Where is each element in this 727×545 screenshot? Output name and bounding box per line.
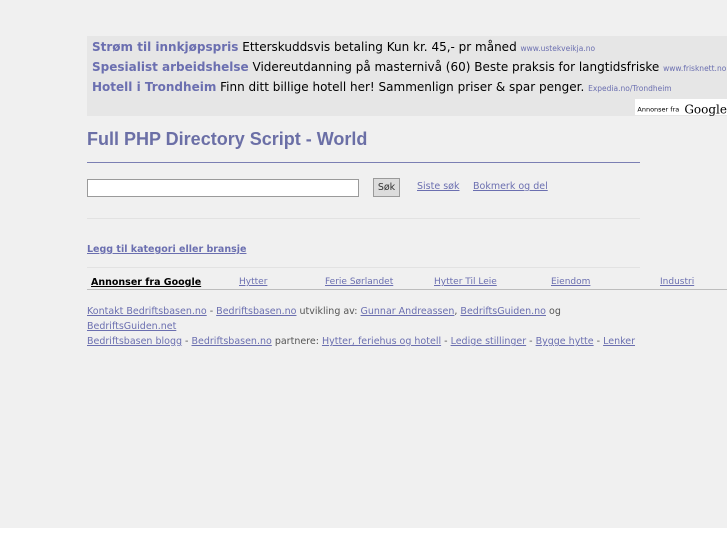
ad-item[interactable]: Strøm til innkjøpspris Etterskuddsvis be… bbox=[92, 40, 595, 54]
developer-link[interactable]: Gunnar Andreassen bbox=[361, 306, 455, 317]
footer-text: utvikling av: bbox=[296, 306, 361, 317]
footer-separator: - bbox=[593, 336, 604, 347]
google-link-units: Annonser fra Google Hytter Ferie Sørland… bbox=[87, 274, 727, 290]
ad-title[interactable]: Hotell i Trondheim bbox=[92, 80, 216, 94]
site-link[interactable]: Bedriftsbasen.no bbox=[192, 336, 272, 347]
google-ad-box: Strøm til innkjøpspris Etterskuddsvis be… bbox=[87, 36, 727, 117]
links-bar-item[interactable]: Ferie Sørlandet bbox=[325, 277, 393, 287]
links-bar-divider bbox=[87, 289, 727, 290]
bottom-strip bbox=[0, 528, 727, 545]
footer-text: og bbox=[545, 306, 561, 317]
footer-separator: - bbox=[441, 336, 451, 347]
ad-url[interactable]: Expedia.no/Trondheim bbox=[588, 84, 672, 93]
ad-text: Etterskuddsvis betaling Kun kr. 45,- pr … bbox=[242, 40, 517, 54]
ad-text: Videreutdanning på masternivå (60) Beste… bbox=[252, 60, 660, 74]
links-bar-item[interactable]: Hytter Til Leie bbox=[434, 277, 497, 287]
jobs-link[interactable]: Ledige stillinger bbox=[451, 336, 527, 347]
ad-title[interactable]: Strøm til innkjøpspris bbox=[92, 40, 238, 54]
footer: Kontakt Bedriftsbasen.no - Bedriftsbasen… bbox=[87, 304, 647, 349]
contact-link[interactable]: Kontakt Bedriftsbasen.no bbox=[87, 306, 207, 317]
guide-net-link[interactable]: BedriftsGuiden.net bbox=[87, 321, 176, 332]
links-link[interactable]: Lenker bbox=[603, 336, 635, 347]
cabins-link[interactable]: Hytter, feriehus og hotell bbox=[322, 336, 441, 347]
section-divider bbox=[87, 267, 640, 268]
bookmark-share-link[interactable]: Bokmerk og del bbox=[473, 181, 548, 192]
ad-item[interactable]: Spesialist arbeidshelse Videreutdanning … bbox=[92, 60, 726, 74]
blog-link[interactable]: Bedriftsbasen blogg bbox=[87, 336, 182, 347]
site-link[interactable]: Bedriftsbasen.no bbox=[216, 306, 296, 317]
ad-url[interactable]: www.ustekveikja.no bbox=[521, 44, 596, 53]
links-bar-heading[interactable]: Annonser fra Google bbox=[91, 277, 201, 288]
links-bar-item[interactable]: Hytter bbox=[239, 277, 267, 287]
footer-line-1b: BedriftsGuiden.net bbox=[87, 319, 647, 334]
page-title: Full PHP Directory Script - World bbox=[87, 129, 368, 149]
recent-searches-link[interactable]: Siste søk bbox=[417, 181, 459, 192]
footer-separator: - bbox=[206, 306, 217, 317]
add-category-link[interactable]: Legg til kategori eller bransje bbox=[87, 244, 246, 255]
footer-line-2: Bedriftsbasen blogg - Bedriftsbasen.no p… bbox=[87, 334, 647, 349]
ad-title[interactable]: Spesialist arbeidshelse bbox=[92, 60, 249, 74]
title-divider bbox=[87, 162, 640, 163]
search-button[interactable]: Søk bbox=[373, 178, 400, 197]
links-bar-item[interactable]: Industri bbox=[660, 277, 694, 287]
footer-separator: - bbox=[182, 336, 192, 347]
footer-separator: - bbox=[526, 336, 536, 347]
page-background: Strøm til innkjøpspris Etterskuddsvis be… bbox=[0, 0, 727, 528]
ad-text: Finn ditt billige hotell her! Sammenlign… bbox=[220, 80, 585, 94]
ads-by-label: Annonser fra bbox=[637, 105, 680, 114]
links-bar-item[interactable]: Eiendom bbox=[551, 277, 590, 287]
google-logo-text: Google bbox=[684, 102, 727, 117]
guide-link[interactable]: BedriftsGuiden.no bbox=[460, 306, 546, 317]
ads-by-google-link[interactable]: Annonser fra Google bbox=[635, 99, 727, 117]
footer-line-1: Kontakt Bedriftsbasen.no - Bedriftsbasen… bbox=[87, 304, 647, 319]
footer-text: partnere: bbox=[271, 336, 322, 347]
build-cabin-link[interactable]: Bygge hytte bbox=[536, 336, 594, 347]
section-divider bbox=[87, 218, 640, 219]
ad-url[interactable]: www.frisknett.no bbox=[663, 64, 726, 73]
ad-item[interactable]: Hotell i Trondheim Finn ditt billige hot… bbox=[92, 80, 672, 94]
search-input[interactable] bbox=[87, 179, 359, 197]
